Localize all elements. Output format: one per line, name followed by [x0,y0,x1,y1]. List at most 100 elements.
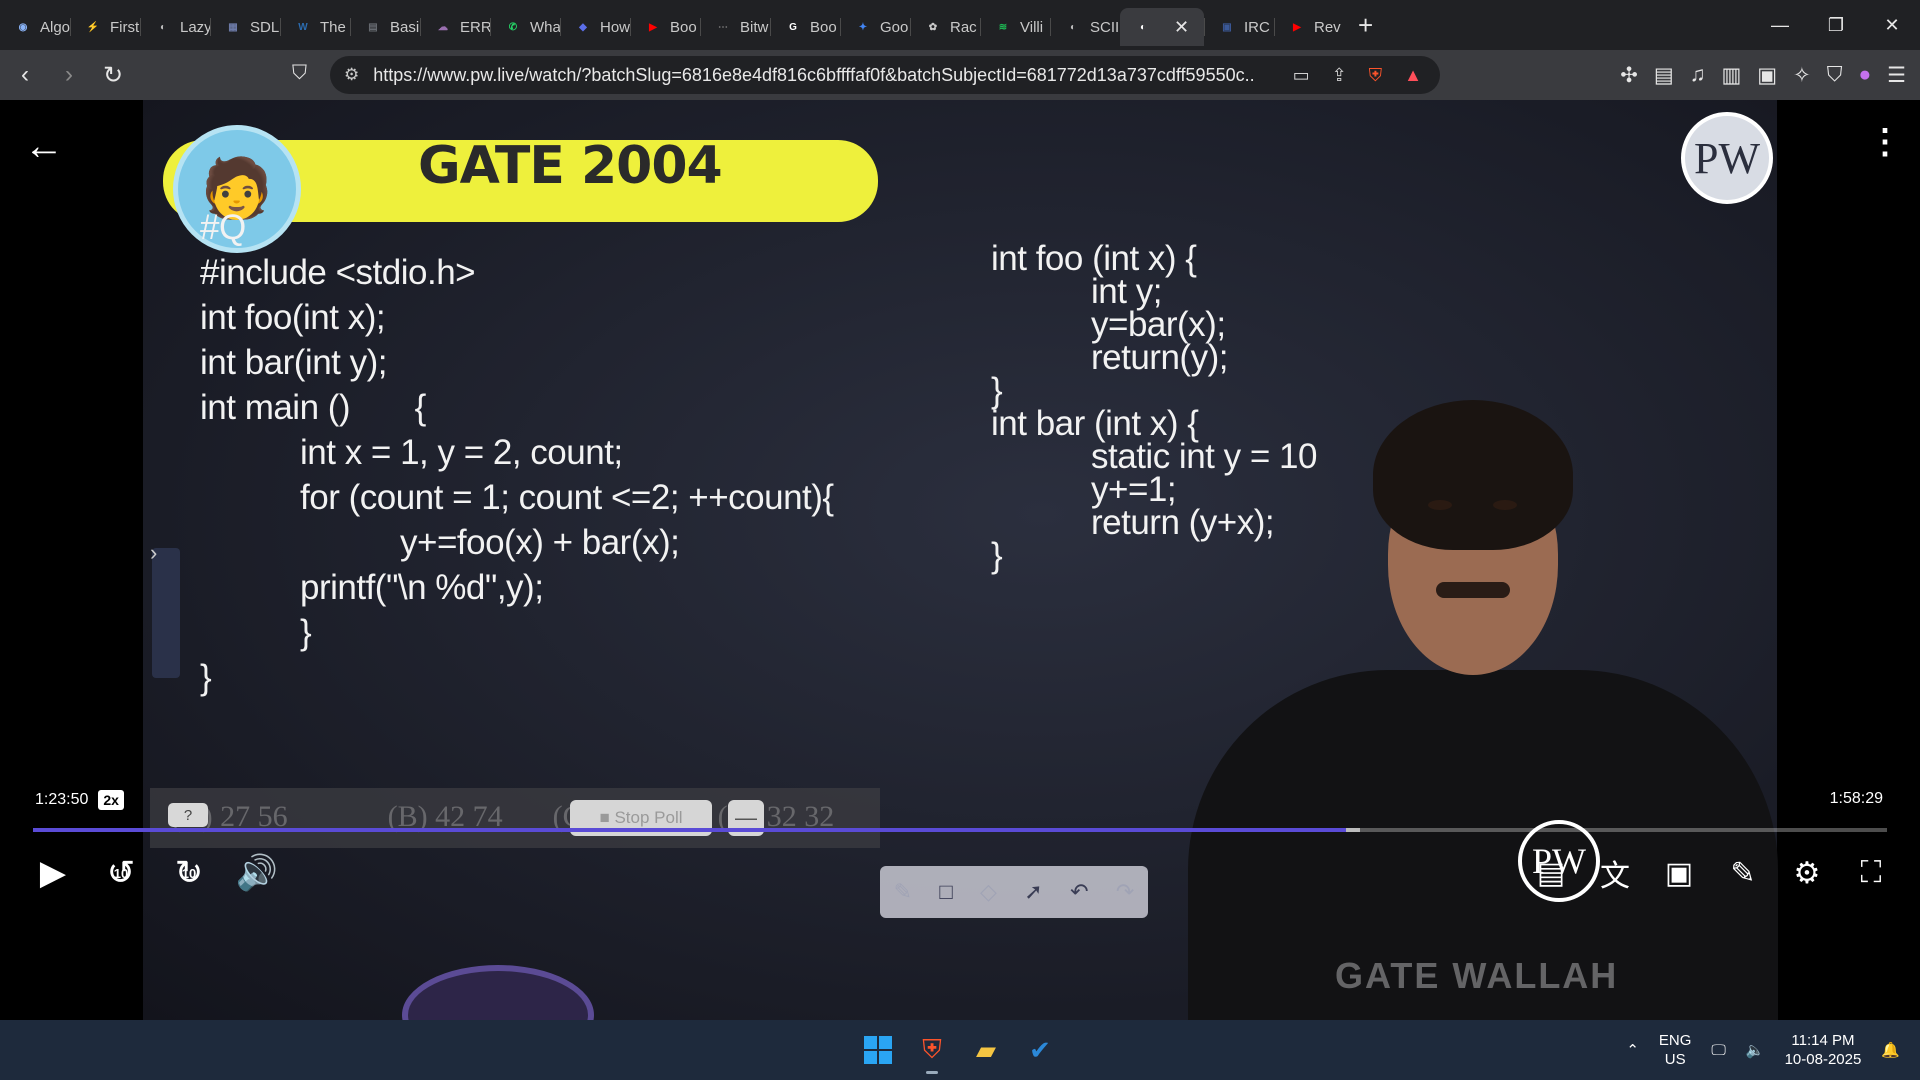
leo-icon[interactable]: ✧ [1793,63,1811,88]
tab[interactable]: ▣ IRC [1204,8,1274,46]
picture-in-picture-icon[interactable]: ▣ [1660,852,1698,894]
todo-icon[interactable]: ✔ [1020,1030,1060,1070]
tab[interactable]: ▦ SDL [210,8,280,46]
extensions-icon[interactable]: ✣ [1620,63,1638,88]
notification-icon[interactable]: 🔔 [1881,1041,1900,1059]
tab[interactable]: ◐ Lazy [140,8,210,46]
tab[interactable]: ▶ Boo [630,8,700,46]
tab[interactable]: ✿ Rac [910,8,980,46]
seek-bar[interactable] [33,828,1887,832]
minimize-window-icon[interactable]: — [1752,0,1808,50]
tab-label: ERR [460,18,490,36]
fullscreen-icon[interactable]: ⛶ [1852,852,1890,894]
tab[interactable]: ◉ Algo [0,8,70,46]
tab-favicon-icon: ⚡ [86,21,100,33]
tab-favicon-icon: W [298,21,308,33]
more-options-icon[interactable]: ⋮ [1868,122,1902,162]
tab-favicon-icon: ✿ [928,21,938,33]
redo-icon[interactable]: ↷ [1116,879,1134,905]
site-info-icon[interactable]: ⚙ [344,65,359,85]
tab[interactable]: W The [280,8,350,46]
rectangle-icon[interactable]: □ [939,879,952,905]
side-panel-handle[interactable] [152,548,180,678]
tab[interactable]: ☁ ERR [420,8,490,46]
tab-label: Algo [40,18,70,36]
tab[interactable]: ◆ How [560,8,630,46]
url-text[interactable]: https://www.pw.live/watch/?batchSlug=681… [373,65,1253,86]
sidebar-icon[interactable]: ▥ [1721,63,1741,88]
play-button[interactable]: ▶ [32,852,74,894]
wallet-icon[interactable]: ▣ [1757,63,1777,88]
new-tab-button[interactable]: + [1358,10,1373,41]
tab[interactable]: ≋ Villi [980,8,1050,46]
profile-icon[interactable]: ● [1858,63,1871,87]
vpn-icon[interactable]: ⛉ [1827,63,1843,87]
network-icon[interactable]: 🖵 [1711,1042,1725,1059]
translate-icon[interactable]: 文 [1596,852,1634,894]
tab-label: SDL [250,18,280,36]
eraser-icon[interactable]: ◇ [980,879,997,905]
pointer-icon[interactable]: ➚ [1024,879,1042,905]
windows-icon [864,1036,892,1064]
tab-favicon-icon: ▤ [368,21,378,33]
media-icon[interactable]: ♫ [1690,63,1706,87]
code-line: y+=foo(x) + bar(x); [400,523,680,562]
undo-icon[interactable]: ↶ [1070,879,1088,905]
volume-icon[interactable]: 🔈 [1746,1041,1765,1059]
restore-window-icon[interactable]: ❐ [1808,0,1864,50]
code-line: for (count = 1; count <=2; ++count){ [300,478,834,517]
chevron-up-icon[interactable]: ⌃ [1626,1041,1639,1059]
code-left: #include <stdio.h> int foo(int x); int bar… [200,250,834,700]
language-indicator[interactable]: ENG US [1659,1031,1692,1069]
tab[interactable]: ◐ SCII [1050,8,1120,46]
tab[interactable]: ⚡ First [70,8,140,46]
close-tab-icon[interactable]: ✕ [1174,17,1189,38]
start-button[interactable] [858,1030,898,1070]
reader-icon[interactable]: ▤ [1654,63,1674,88]
brave-taskbar-icon[interactable]: ⛨ [912,1030,952,1074]
brave-rewards-icon[interactable]: ▲ [1404,65,1422,86]
close-window-icon[interactable]: ✕ [1864,0,1920,50]
tab[interactable]: ▤ Basi [350,8,420,46]
watermark-text: GATE WALLAH [1335,955,1619,996]
tab[interactable]: ▶ Rev [1274,8,1344,46]
volume-button[interactable]: 🔊 [236,852,278,894]
tab[interactable]: G Boo [770,8,840,46]
bookmark-icon[interactable]: ⛉ [292,62,307,85]
menu-icon[interactable]: ☰ [1887,63,1906,88]
slide-title: GATE 2004 [418,136,723,196]
notes-icon[interactable]: ✎ [1724,852,1762,894]
rewind-10-button[interactable]: ↺ 10 [100,852,142,894]
address-bar[interactable]: ⚙ https://www.pw.live/watch/?batchSlug=6… [330,56,1440,94]
forward-button[interactable]: › [50,56,88,94]
speed-badge[interactable]: 2x [98,790,124,810]
chat-icon[interactable]: ▤ [1532,852,1570,894]
current-time: 1:23:50 2x [35,790,124,810]
tab-label: Basi [390,18,420,36]
pen-icon[interactable]: ✎ [894,879,912,905]
rewind-seconds: 10 [113,866,129,881]
forward-10-button[interactable]: ↻ 10 [168,852,210,894]
tab-favicon-icon: ◉ [18,21,28,33]
tab[interactable]: ✆ Wha [490,8,560,46]
tab[interactable]: ⋯ Bitw [700,8,770,46]
brave-shield-icon[interactable]: ⛨ [1369,65,1383,86]
tab-label: IRC [1244,18,1270,36]
tab[interactable]: ✦ Goo [840,8,910,46]
back-button[interactable]: ‹ [6,56,44,94]
reload-button[interactable]: ↻ [94,56,132,94]
help-button[interactable]: ? [168,803,208,827]
windows-taskbar: ⛨ ▰ ✔ ⌃ ENG US 🖵 🔈 11:14 PM 10-08-2025 🔔 [0,1020,1920,1080]
file-explorer-icon[interactable]: ▰ [966,1030,1006,1070]
cast-icon[interactable]: ▭ [1293,65,1310,86]
chevron-right-icon[interactable]: › [150,540,157,566]
code-line: int foo (int x) { [991,239,1197,278]
clock[interactable]: 11:14 PM 10-08-2025 [1785,1031,1862,1069]
tab-label: Villi [1020,18,1044,36]
tab-favicon-icon: G [789,21,797,33]
share-icon[interactable]: ⇪ [1332,65,1347,86]
back-arrow-icon[interactable]: ← [24,124,64,169]
settings-icon[interactable]: ⚙ [1788,852,1826,894]
tab-active[interactable]: ◐ ✕ [1120,8,1204,46]
code-line: int y; [1091,272,1162,311]
